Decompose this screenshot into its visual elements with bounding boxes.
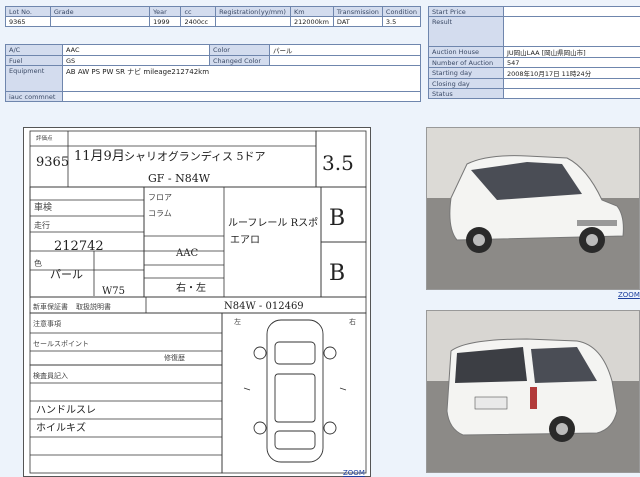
comment-label: iauc commnet xyxy=(5,91,63,102)
equipment-label: Equipment xyxy=(5,65,63,92)
number-of-auction-label: Number of Auction xyxy=(428,57,504,68)
color-label: Color xyxy=(209,44,270,56)
closing-day-label: Closing day xyxy=(428,78,504,89)
registration-value xyxy=(215,16,292,27)
sheet-grade-score: 3.5 xyxy=(322,151,354,175)
starting-day-label: Starting day xyxy=(428,67,504,79)
auction-info-table: Start Price Result Auction House JU岡山LAA… xyxy=(428,6,640,99)
year-value: 1999 xyxy=(149,16,182,27)
auction-house-label: Auction House xyxy=(428,46,504,58)
sheet-caution-label: 注意事項 xyxy=(33,319,61,328)
sheet-mileage: 212742 xyxy=(54,239,104,254)
header-year: Year xyxy=(149,6,182,17)
sheet-floor-label: フロア xyxy=(148,193,172,202)
sheet-notes-2: ホイルキズ xyxy=(36,421,86,434)
header-grade: Grade xyxy=(49,6,151,17)
lot-value-row: 9365 1999 2400cc 212000km DAT 3.5 xyxy=(5,16,422,27)
sheet-mileage-label: 走行 xyxy=(34,220,50,230)
changed-color-value xyxy=(269,55,421,66)
sheet-color-label: 色 xyxy=(34,258,42,268)
start-price-value xyxy=(503,6,640,17)
car-diagram-icon xyxy=(243,319,347,463)
sheet-chassis-code: GF - N84W xyxy=(148,172,211,185)
sheet-ac: AAC xyxy=(175,248,198,259)
sheet-trim-code: W75 xyxy=(102,286,125,297)
equipment-value: AB AW PS PW SR ナビ mileage212742km xyxy=(62,65,421,92)
lot-header-row: Lot No. Grade Year cc Registration(yy/mm… xyxy=(5,6,422,17)
spec-table: A/C AAC Color パール Fuel GS Changed Color … xyxy=(5,44,421,102)
car-front-photo-icon xyxy=(427,128,639,289)
result-value xyxy=(503,16,640,47)
changed-color-label: Changed Color xyxy=(209,55,270,66)
zoom-link-front[interactable]: ZOOM xyxy=(618,291,640,299)
car-rear-photo[interactable] xyxy=(426,310,640,473)
sheet-aero: エアロ xyxy=(230,235,260,246)
sheet-drive: 右・左 xyxy=(176,281,206,294)
auction-sheet-image[interactable]: 評価点 車検 走行 色 フロア コラム 新車保証書 取扱説明書 注意事項 セール… xyxy=(23,127,371,477)
sheet-frame-number: N84W - 012469 xyxy=(224,301,304,312)
cc-value: 2400cc xyxy=(180,16,217,27)
sheet-lot-caption: 評価点 xyxy=(36,134,53,142)
comment-value xyxy=(62,91,421,102)
header-transmission: Transmission xyxy=(332,6,383,17)
lot-summary-table: Lot No. Grade Year cc Registration(yy/mm… xyxy=(5,6,422,27)
header-registration: Registration(yy/mm) xyxy=(215,6,292,17)
header-cc: cc xyxy=(180,6,217,17)
sheet-exterior-score: B xyxy=(329,261,345,286)
fuel-label: Fuel xyxy=(5,55,63,66)
car-front-photo[interactable] xyxy=(426,127,640,290)
auction-house-value: JU岡山LAA [岡山県岡山市] xyxy=(503,46,640,58)
transmission-value: DAT xyxy=(332,16,383,27)
condition-value: 3.5 xyxy=(381,16,422,27)
lot-no-value: 9365 xyxy=(5,16,51,27)
sheet-lot-number: 9365 xyxy=(36,155,69,170)
header-lot-no: Lot No. xyxy=(5,6,51,17)
fuel-value: GS xyxy=(62,55,210,66)
closing-day-value xyxy=(503,78,640,89)
sheet-repair-history-label: 修復歴 xyxy=(164,353,185,362)
sheet-column-label: コラム xyxy=(148,209,172,218)
sheet-warranty-label: 新車保証書 xyxy=(33,302,68,311)
color-value: パール xyxy=(269,44,421,56)
zoom-link-sheet[interactable]: ZOOM xyxy=(343,469,365,477)
km-value: 212000km xyxy=(290,16,334,27)
result-label: Result xyxy=(428,16,504,47)
starting-day-value: 2008年10月17日 11時24分 xyxy=(503,67,640,79)
header-km: Km xyxy=(290,6,334,17)
auction-sheet-drawing: 評価点 車検 走行 色 フロア コラム 新車保証書 取扱説明書 注意事項 セール… xyxy=(29,130,367,474)
number-of-auction-value: 547 xyxy=(503,57,640,68)
sheet-notes-1: ハンドルスレ xyxy=(36,405,96,416)
status-value xyxy=(503,88,640,99)
sheet-model: シャリオグランディス 5ドア xyxy=(124,149,266,163)
sheet-color: パール xyxy=(50,268,83,281)
header-condition: Condition xyxy=(381,6,422,17)
sheet-interior-score: B xyxy=(329,206,345,231)
sheet-seller-notes-label: セールスポイント xyxy=(33,340,89,348)
start-price-label: Start Price xyxy=(428,6,504,17)
ac-value: AAC xyxy=(62,44,210,56)
sheet-right-label: 右 xyxy=(349,317,356,326)
sheet-manual-label: 取扱説明書 xyxy=(76,302,111,311)
sheet-inspection-label: 車検 xyxy=(34,201,52,213)
grade-value xyxy=(49,16,151,27)
sheet-equipment: ルーフレール Rスポ xyxy=(228,217,318,229)
sheet-left-label: 左 xyxy=(234,317,241,326)
sheet-date: 11月9月 xyxy=(74,149,125,164)
car-rear-photo-icon xyxy=(427,311,639,472)
ac-label: A/C xyxy=(5,44,63,56)
status-label: Status xyxy=(428,88,504,99)
sheet-inspector-notes-label: 検査員記入 xyxy=(33,371,68,380)
